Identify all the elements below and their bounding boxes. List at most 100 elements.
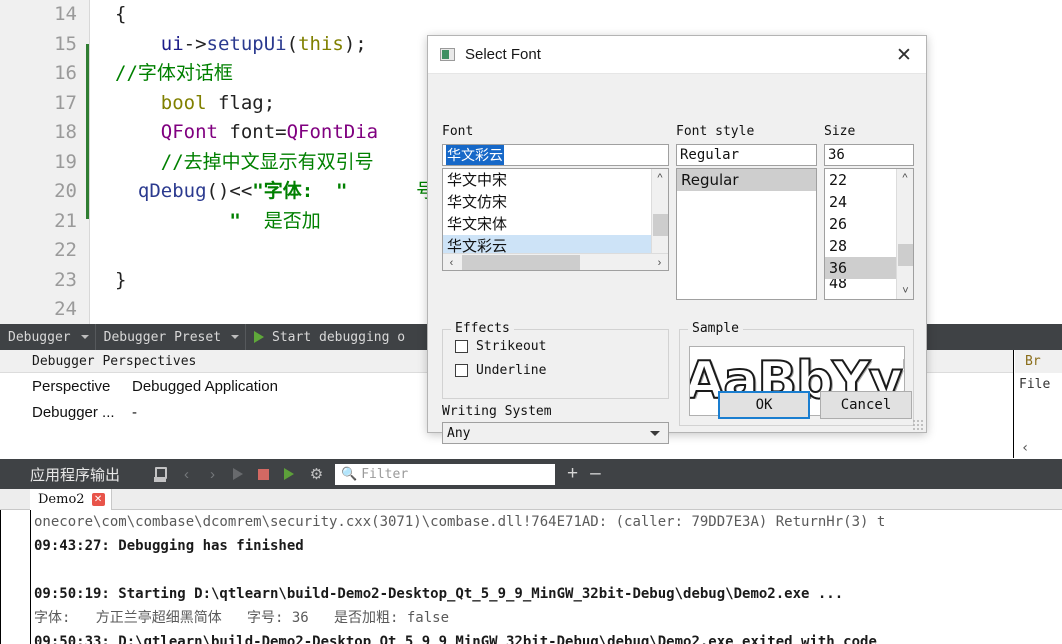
underline-label: Underline: [476, 363, 547, 378]
scroll-left-icon[interactable]: ‹: [443, 254, 460, 270]
start-debugging-button[interactable]: Start debugging o: [246, 324, 413, 350]
list-item[interactable]: 48: [825, 279, 896, 290]
size-list[interactable]: 22 24 26 28 36 48 ^ ˅: [824, 168, 914, 300]
list-item[interactable]: 26: [825, 213, 896, 235]
underline-checkbox-row[interactable]: Underline: [455, 363, 668, 378]
console-line: 字体: 方正兰亭超细黑简体 字号: 36 是否加粗: false: [34, 610, 450, 626]
chevron-down-icon: [231, 335, 240, 339]
line-number: 17: [54, 91, 77, 114]
list-item[interactable]: 华文仿宋: [443, 191, 651, 213]
line-number: 18: [54, 121, 77, 143]
list-item[interactable]: 华文宋体: [443, 213, 651, 235]
font-column: Font 华文彩云 华文中宋华文仿宋华文宋体华文彩云华文新魏 ^ ˅ ‹ ›: [442, 124, 669, 271]
application-output-console[interactable]: onecore\com\combase\dcomrem\security.cxx…: [0, 510, 1062, 644]
underline-checkbox[interactable]: [455, 364, 468, 377]
code-token: setupUi: [206, 32, 287, 55]
code-token: flag;: [206, 91, 276, 114]
output-tab-demo2[interactable]: Demo2 ✕: [30, 489, 112, 510]
font-list-hscrollbar[interactable]: ‹ ›: [443, 253, 668, 270]
code-token: this: [298, 32, 344, 55]
code-token: }: [115, 268, 127, 291]
list-item[interactable]: 22: [825, 169, 896, 191]
scroll-up-icon[interactable]: ^: [652, 169, 668, 186]
output-tab-bar: Demo2 ✕: [0, 489, 1062, 510]
size-input[interactable]: 36: [824, 144, 914, 166]
debugger-preset-combo[interactable]: Debugger Preset: [96, 324, 247, 350]
dialog-title: Select Font: [465, 46, 541, 63]
chevron-down-icon: [80, 335, 89, 339]
code-token: //字体对话框: [115, 62, 233, 84]
debugger-perspective-combo-label: Debugger: [8, 329, 71, 345]
list-item[interactable]: 36: [825, 257, 896, 279]
font-style-input[interactable]: Regular: [676, 144, 817, 166]
line-number: 14: [54, 3, 77, 25]
size-column: Size 36 22 24 26 28 36 48 ^ ˅: [824, 124, 914, 300]
scroll-down-icon[interactable]: ˅: [897, 282, 913, 299]
code-line[interactable]: {: [91, 0, 1062, 30]
output-toolbar-icons: ‹ › ⚙: [152, 466, 325, 483]
application-output-toolbar: 应用程序输出 ‹ › ⚙ 🔍 Filter + –: [0, 459, 1062, 489]
row-key: Debugger ...: [32, 403, 115, 421]
console-line: 09:43:27: Debugging has finished: [34, 538, 304, 554]
scroll-right-icon[interactable]: ›: [651, 254, 668, 270]
line-number: 23: [54, 268, 77, 291]
code-token: ()<<: [206, 180, 253, 202]
code-token: ui: [160, 32, 184, 55]
scroll-thumb[interactable]: [898, 244, 913, 266]
line-number: 20: [54, 180, 77, 202]
writing-system-value: Any: [447, 425, 471, 441]
start-debugging-label: Start debugging o: [272, 329, 406, 345]
console-line: 09:50:19: Starting D:\qtlearn\build-Demo…: [34, 586, 844, 602]
hscroll-thumb[interactable]: [462, 255, 580, 270]
font-list[interactable]: 华文中宋华文仿宋华文宋体华文彩云华文新魏 ^ ˅ ‹ ›: [442, 168, 669, 271]
block-change-marker: [86, 44, 89, 219]
breakpoints-file-column: File: [1019, 377, 1051, 392]
code-token: 是否加: [240, 209, 321, 232]
code-token: qDebug: [137, 180, 207, 202]
prev-item-icon[interactable]: ‹: [178, 466, 195, 483]
run-icon: [254, 330, 267, 344]
console-line-list: onecore\com\combase\dcomrem\security.cxx…: [1, 510, 1062, 644]
code-token: QFont: [160, 121, 218, 143]
rerun-debug-icon[interactable]: [282, 466, 299, 483]
gear-icon[interactable]: ⚙: [308, 466, 325, 483]
dialog-title-bar[interactable]: Select Font ✕: [428, 36, 926, 74]
resize-grip[interactable]: [912, 419, 923, 430]
size-list-items: 22 24 26 28 36 48: [825, 169, 896, 290]
breakpoints-panel-stub[interactable]: Br File ‹: [1015, 350, 1062, 458]
filter-input[interactable]: 🔍 Filter: [335, 463, 556, 485]
list-item[interactable]: 华文中宋: [443, 169, 651, 191]
font-input[interactable]: 华文彩云: [442, 144, 669, 166]
zoom-out-button[interactable]: –: [590, 463, 601, 485]
strikeout-checkbox[interactable]: [455, 340, 468, 353]
strikeout-checkbox-row[interactable]: Strikeout: [455, 339, 668, 354]
list-item[interactable]: Regular: [677, 169, 816, 191]
play-icon[interactable]: [230, 466, 247, 483]
debugger-perspective-combo[interactable]: Debugger: [0, 324, 96, 350]
stop-icon[interactable]: [256, 466, 273, 483]
close-icon[interactable]: ✕: [882, 36, 926, 74]
zoom-in-button[interactable]: +: [567, 463, 578, 485]
ok-button[interactable]: OK: [718, 391, 810, 419]
writing-system-combo[interactable]: Any: [442, 422, 669, 444]
qt-creator-window: 141516171819202122232425 { ui->setupUi(t…: [0, 0, 1062, 644]
scroll-up-icon[interactable]: ^: [897, 169, 913, 186]
list-item[interactable]: 28: [825, 235, 896, 257]
list-item[interactable]: 24: [825, 191, 896, 213]
clear-output-icon[interactable]: [152, 466, 169, 483]
code-token: bool: [160, 91, 207, 114]
font-style-list[interactable]: Regular: [676, 168, 817, 300]
close-icon[interactable]: ✕: [91, 493, 105, 506]
next-item-icon[interactable]: ›: [204, 466, 221, 483]
line-number: 22: [54, 239, 77, 261]
font-style-list-items: Regular: [677, 169, 816, 191]
debugger-preset-combo-label: Debugger Preset: [103, 329, 222, 345]
scroll-thumb[interactable]: [653, 214, 668, 236]
cancel-button[interactable]: Cancel: [820, 391, 912, 419]
chevron-left-icon[interactable]: ‹: [1021, 440, 1029, 456]
size-list-vscrollbar[interactable]: ^ ˅: [896, 169, 913, 299]
row-key: Perspective: [32, 377, 111, 395]
